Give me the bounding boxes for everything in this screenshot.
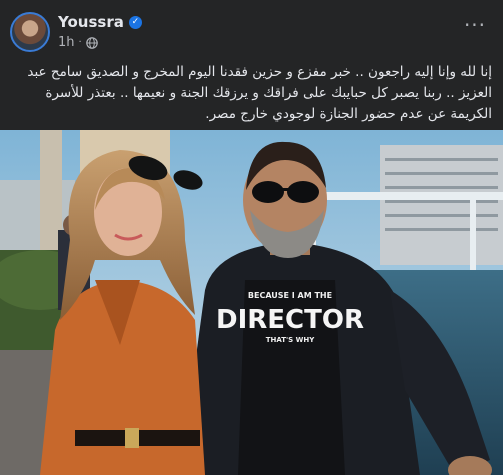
post-header: Youssra ✓ 1h · ··· [0, 0, 503, 60]
author-name[interactable]: Youssra [58, 13, 124, 31]
post-time[interactable]: 1h [58, 35, 75, 50]
shirt-text-line3: THAT'S WHY [266, 336, 315, 344]
more-options-icon[interactable]: ··· [457, 10, 493, 46]
globe-icon[interactable] [85, 36, 98, 49]
post-photo[interactable]: BECAUSE I AM THE DIRECTOR THAT'S WHY [0, 130, 503, 475]
post-meta: 1h · [58, 35, 98, 50]
author-avatar[interactable] [10, 12, 50, 52]
post-text: إنا لله وإنا إليه راجعون .. خبر مفزع و ح… [27, 64, 492, 122]
meta-separator: · [78, 37, 82, 48]
verified-badge-icon: ✓ [128, 15, 142, 29]
shirt-text-line1: BECAUSE I AM THE [248, 291, 332, 300]
shirt-text-line2: DIRECTOR [216, 305, 364, 335]
author-name-row: Youssra ✓ [58, 13, 142, 31]
